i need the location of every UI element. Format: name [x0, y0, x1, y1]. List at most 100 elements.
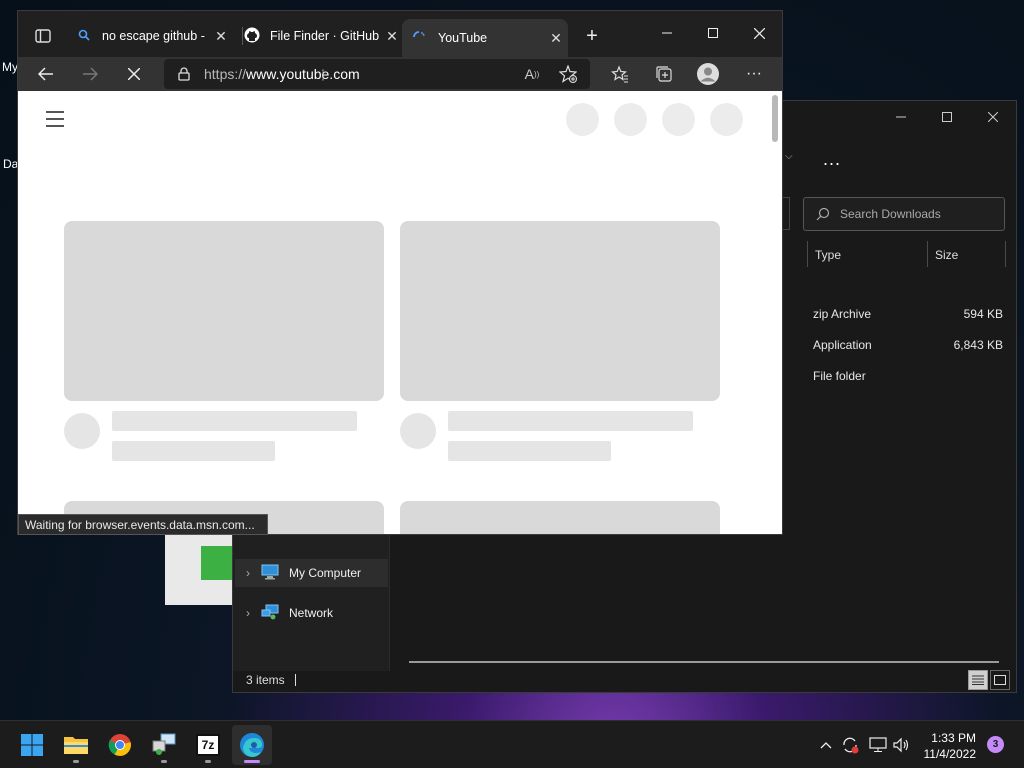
windows-start-icon — [21, 734, 43, 756]
item-count: 3 items — [246, 673, 285, 687]
page-viewport — [18, 91, 782, 534]
chevron-up-icon[interactable] — [814, 733, 838, 757]
network-tool-icon — [152, 733, 176, 755]
chevron-right-icon[interactable]: › — [235, 606, 261, 620]
clock-date: 11/4/2022 — [923, 747, 977, 761]
search-icon — [78, 29, 102, 44]
column-separator[interactable] — [927, 241, 928, 267]
chevron-down-icon[interactable]: ⌵ — [785, 151, 793, 162]
column-header-size[interactable]: Size — [935, 239, 958, 271]
clock-time: 1:33 PM — [931, 731, 976, 745]
collections-icon[interactable] — [648, 59, 680, 89]
profile-avatar[interactable] — [692, 59, 724, 89]
taskbar-7zip[interactable]: 7z — [188, 725, 228, 765]
chevron-right-icon[interactable]: › — [235, 566, 261, 580]
taskbar-edge[interactable] — [232, 725, 272, 765]
network-icon[interactable] — [866, 733, 890, 757]
tab-github[interactable]: File Finder · GitHub ✕ — [234, 20, 404, 52]
search-placeholder: Search Downloads — [840, 207, 941, 221]
add-favorite-icon[interactable] — [552, 59, 584, 89]
tab-bar: no escape github - ✕ File Finder · GitHu… — [18, 11, 782, 57]
close-tab-icon[interactable]: ✕ — [209, 28, 233, 45]
file-type: zip Archive — [813, 307, 872, 321]
start-button[interactable] — [12, 725, 52, 765]
close-tab-icon[interactable]: ✕ — [544, 30, 568, 47]
loading-spinner-icon — [412, 30, 438, 47]
tab-actions-icon[interactable] — [26, 23, 60, 49]
tab-youtube[interactable]: YouTube ✕ — [402, 19, 568, 57]
nav-item-label: My Computer — [289, 566, 362, 580]
text-cursor-icon — [322, 69, 324, 81]
maximize-button[interactable] — [690, 19, 736, 47]
browser-caption-buttons — [644, 19, 782, 47]
nav-item-network[interactable]: › Network — [235, 599, 388, 627]
skeleton-header-button — [614, 103, 647, 136]
tab-title: no escape github - — [102, 29, 205, 43]
taskbar-chrome[interactable] — [100, 725, 140, 765]
nav-item-label: Network — [289, 606, 334, 620]
taskbar-file-explorer[interactable] — [56, 725, 96, 765]
chrome-icon — [108, 734, 131, 756]
file-row[interactable]: Application 6,843 KB — [813, 334, 1003, 356]
search-input[interactable]: Search Downloads — [803, 197, 1005, 231]
settings-more-icon[interactable]: ··· — [738, 59, 770, 89]
hamburger-menu-icon[interactable] — [46, 111, 64, 132]
nav-item-my-computer[interactable]: › My Computer — [235, 559, 388, 587]
back-button[interactable] — [30, 59, 62, 89]
large-icons-view-button[interactable] — [990, 670, 1010, 690]
column-separator[interactable] — [807, 241, 808, 267]
github-icon — [244, 27, 270, 46]
close-button[interactable] — [970, 101, 1016, 133]
volume-icon[interactable] — [890, 733, 914, 757]
horizontal-scrollbar[interactable] — [409, 661, 999, 663]
file-type: Application — [813, 338, 872, 352]
maximize-button[interactable] — [924, 101, 970, 133]
url-prefix: https:// — [204, 66, 247, 82]
skeleton-header-button — [710, 103, 743, 136]
more-options-button[interactable]: ... — [823, 149, 841, 170]
tab-search[interactable]: no escape github - ✕ — [68, 20, 233, 52]
sync-icon[interactable] — [838, 733, 862, 757]
details-view-button[interactable] — [968, 670, 988, 690]
taskbar: 7z 1:33 PM 11/4/2022 3 — [0, 720, 1024, 768]
close-button[interactable] — [736, 19, 782, 47]
tab-title: File Finder · GitHub — [270, 29, 380, 43]
read-aloud-icon[interactable]: A)) — [516, 59, 548, 89]
minimize-button[interactable] — [878, 101, 924, 133]
file-row[interactable]: File folder — [813, 365, 1003, 387]
taskbar-network-tool[interactable] — [144, 725, 184, 765]
desktop-icon-label[interactable]: My — [2, 60, 18, 74]
column-header-type[interactable]: Type — [815, 239, 841, 271]
network-icon — [261, 604, 283, 623]
new-tab-button[interactable]: + — [578, 23, 606, 49]
file-row[interactable]: zip Archive 594 KB — [813, 303, 1003, 325]
navigation-pane: › My Computer › Network — [233, 519, 390, 671]
view-toggle — [968, 670, 1010, 690]
skeleton-channel-avatar — [64, 413, 100, 449]
7zip-icon: 7z — [196, 734, 220, 756]
explorer-caption-buttons — [878, 101, 1016, 133]
notification-badge[interactable]: 3 — [987, 736, 1004, 753]
status-bar: 3 items — [233, 668, 1016, 692]
search-icon — [816, 207, 830, 221]
skeleton-video-thumbnail — [64, 221, 384, 401]
file-size: 6,843 KB — [953, 338, 1003, 352]
skeleton-header-button — [662, 103, 695, 136]
favorites-icon[interactable] — [604, 59, 636, 89]
system-clock[interactable]: 1:33 PM 11/4/2022 — [920, 730, 977, 762]
lock-icon[interactable] — [164, 67, 204, 81]
navigation-toolbar: https://www.youtube.com A)) ··· — [18, 57, 782, 91]
forward-button[interactable] — [74, 59, 106, 89]
skeleton-title-line — [112, 411, 357, 431]
skeleton-title-line — [448, 411, 693, 431]
minimize-button[interactable] — [644, 19, 690, 47]
stop-loading-button[interactable] — [118, 59, 150, 89]
file-type: File folder — [813, 369, 866, 383]
skeleton-header-button — [566, 103, 599, 136]
column-separator[interactable] — [1005, 241, 1006, 267]
vertical-scrollbar[interactable] — [772, 95, 778, 142]
skeleton-meta-line — [112, 441, 275, 461]
computer-icon — [261, 564, 283, 583]
close-tab-icon[interactable]: ✕ — [380, 28, 404, 45]
skeleton-meta-line — [448, 441, 611, 461]
